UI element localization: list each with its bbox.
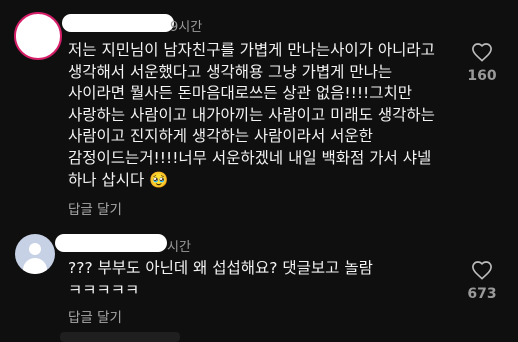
avatar[interactable]: [15, 234, 55, 274]
username-redacted[interactable]: [55, 234, 167, 252]
like-control: 160: [462, 42, 502, 84]
comment-time: 9시간: [170, 20, 203, 35]
like-count: 673: [467, 286, 497, 302]
heart-icon[interactable]: [471, 42, 493, 62]
like-count: 160: [467, 68, 497, 84]
comment-text: 저는 지민님이 남자친구를 가볍게 만나는사이가 아니라고 생각해서 서운했다고…: [68, 41, 440, 189]
heart-icon[interactable]: [471, 260, 493, 280]
like-control: 673: [462, 260, 502, 302]
comment-time: 시간: [167, 240, 191, 255]
avatar-redaction: [16, 22, 52, 56]
default-avatar-icon: [29, 243, 41, 255]
username-redacted[interactable]: [62, 14, 174, 32]
comment-text: ??? 부부도 아닌데 왜 섭섭해요? 댓글보고 놀람 ㅋㅋㅋㅋㅋ: [68, 259, 378, 299]
reply-button[interactable]: 답글 달기: [68, 198, 122, 218]
avatar[interactable]: [14, 12, 62, 60]
reply-button[interactable]: 답글 달기: [68, 306, 122, 326]
